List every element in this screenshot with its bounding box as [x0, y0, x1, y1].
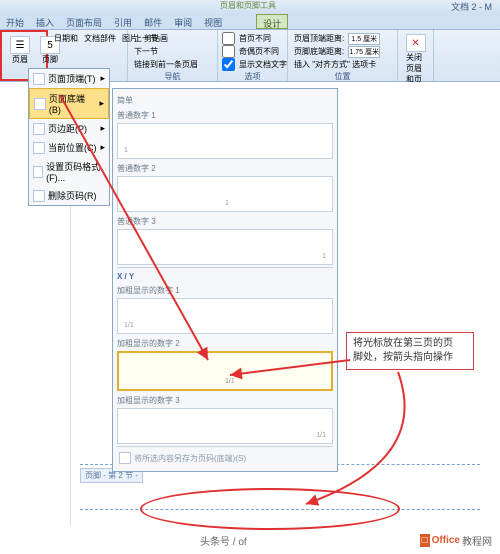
- header-dist-spinner[interactable]: 1.5 厘米: [348, 33, 380, 45]
- link-previous-button[interactable]: 链接到前一条页眉: [132, 58, 200, 71]
- save-icon: [119, 452, 131, 464]
- format-icon: [33, 166, 43, 178]
- menu-top[interactable]: 页面顶端(T)▸: [29, 69, 109, 88]
- annotation-box: 将光标放在第三页的页 脚处，按箭头指向操作: [346, 332, 474, 370]
- group-position-label: 位置: [292, 71, 393, 82]
- tab-review[interactable]: 审阅: [168, 14, 198, 29]
- gallery-item-4[interactable]: 1/1: [117, 298, 333, 334]
- ribbon-tabs: 开始 插入 页面布局 引用 邮件 审阅 视图 设计: [0, 14, 500, 30]
- document-title: 文档 2 - M: [451, 0, 492, 13]
- menu-remove[interactable]: 删除页码(R): [29, 186, 109, 205]
- highlight-circle: [140, 488, 400, 530]
- tab-mail[interactable]: 邮件: [138, 14, 168, 29]
- gallery-item-3[interactable]: 1: [117, 229, 333, 265]
- first-page-label: 首页不同: [237, 32, 273, 45]
- parts-button[interactable]: 文档部件: [82, 32, 118, 45]
- tab-layout[interactable]: 页面布局: [60, 14, 108, 29]
- footer-dist-label: 页脚底端距离:: [292, 45, 346, 58]
- page-number-menu: 页面顶端(T)▸ 页面底端(B)▸ 页边距(P)▸ 当前位置(C)▸ 设置页码格…: [28, 68, 110, 206]
- gallery-section-xy: X / Y: [117, 270, 333, 283]
- hash-icon: [33, 142, 45, 154]
- page-number-gallery: 简单 普通数字 1 1 普通数字 2 1 普通数字 3 1 X / Y 加粗显示…: [112, 88, 338, 472]
- group-options-label: 选项: [222, 71, 283, 82]
- gallery-item-6[interactable]: 1/1: [117, 408, 333, 444]
- gallery-item-5-label: 加粗显示的数字 2: [117, 336, 333, 351]
- tab-view[interactable]: 视图: [198, 14, 228, 29]
- tab-references[interactable]: 引用: [108, 14, 138, 29]
- menu-current[interactable]: 当前位置(C)▸: [29, 138, 109, 157]
- first-page-check[interactable]: [222, 32, 235, 45]
- show-doc-label: 显示文档文字: [237, 58, 289, 71]
- header-button[interactable]: ☰页眉: [6, 34, 34, 67]
- tab-home[interactable]: 开始: [0, 14, 30, 29]
- show-doc-check[interactable]: [222, 58, 235, 71]
- gallery-item-3-label: 普通数字 3: [117, 214, 333, 229]
- doc-icon: [33, 73, 45, 85]
- menu-bottom[interactable]: 页面底端(B)▸: [29, 88, 109, 119]
- menu-margin[interactable]: 页边距(P)▸: [29, 119, 109, 138]
- gallery-item-2-label: 普通数字 2: [117, 161, 333, 176]
- office-icon: □: [420, 534, 430, 547]
- date-button[interactable]: 日期和: [52, 32, 80, 45]
- gallery-item-4-label: 加粗显示的数字 1: [117, 283, 333, 298]
- align-tab-button[interactable]: 插入 "对齐方式" 选项卡: [292, 58, 378, 71]
- tab-design[interactable]: 设计: [256, 14, 288, 29]
- delete-icon: [33, 190, 45, 202]
- menu-format[interactable]: 设置页码格式(F)...: [29, 157, 109, 186]
- odd-even-check[interactable]: [222, 45, 235, 58]
- watermark-head: 头条号 / of: [200, 533, 247, 548]
- doc-icon: [34, 98, 46, 110]
- footer-dist-spinner[interactable]: 1.75 厘米: [348, 46, 380, 58]
- doc-icon: [33, 123, 45, 135]
- group-nav-label: 导航: [132, 71, 213, 82]
- odd-even-label: 奇偶页不同: [237, 45, 281, 58]
- gallery-item-5[interactable]: 1/1: [117, 351, 333, 391]
- next-section-button[interactable]: 下一节: [132, 45, 160, 58]
- gallery-save-selection[interactable]: 将所选内容另存为页码(底端)(S): [117, 449, 333, 467]
- header-dist-label: 页眉顶端距离:: [292, 32, 346, 45]
- watermark-brand: □ Office教程网: [420, 533, 492, 548]
- contextual-tab-title: 页眉和页脚工具: [220, 0, 276, 11]
- gallery-item-1-label: 普通数字 1: [117, 108, 333, 123]
- prev-section-button[interactable]: 上一节: [132, 32, 160, 45]
- gallery-item-6-label: 加粗显示的数字 3: [117, 393, 333, 408]
- gallery-section-simple: 简单: [117, 93, 333, 108]
- gallery-item-1[interactable]: 1: [117, 123, 333, 159]
- gallery-item-2[interactable]: 1: [117, 176, 333, 212]
- tab-insert[interactable]: 插入: [30, 14, 60, 29]
